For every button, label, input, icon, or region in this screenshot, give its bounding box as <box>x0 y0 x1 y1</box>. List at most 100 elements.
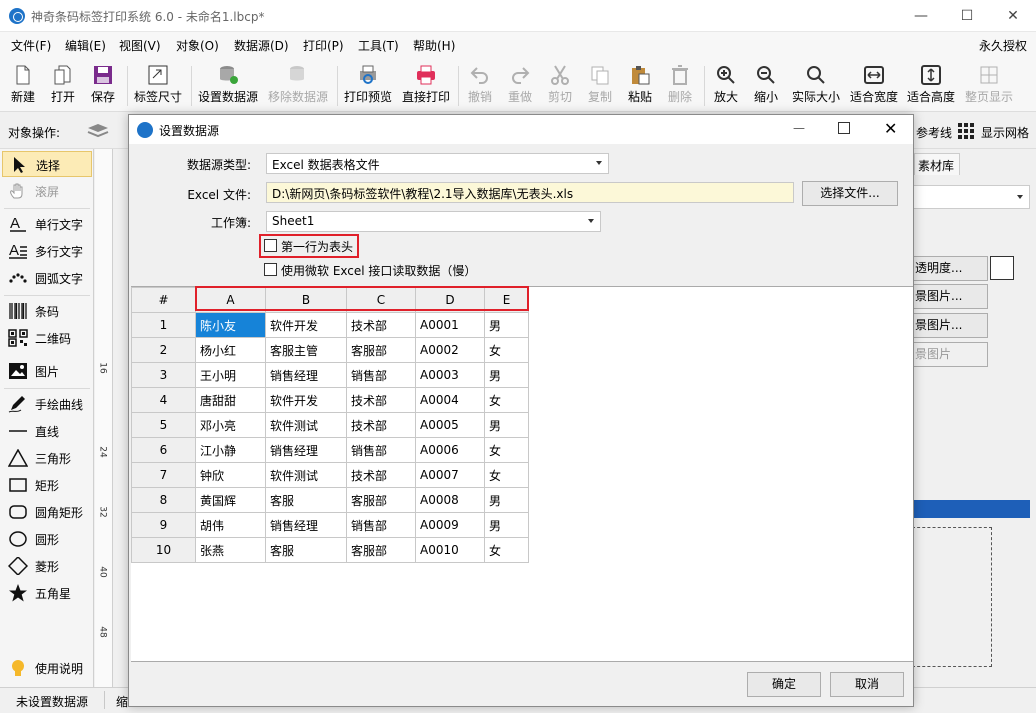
table-cell[interactable]: 客服部 <box>346 337 416 363</box>
tool-rectangle[interactable]: 矩形 <box>2 472 92 498</box>
property-select[interactable] <box>912 185 1030 209</box>
table-cell[interactable]: 钟欣 <box>195 462 266 488</box>
table-cell[interactable]: A0004 <box>415 387 485 413</box>
ok-button[interactable]: 确定 <box>747 672 821 697</box>
zoom-in-button[interactable]: 放大 <box>709 62 743 110</box>
table-row[interactable]: 1 陈小友 软件开发 技术部 A0001 男 <box>131 312 529 338</box>
table-cell[interactable]: 女 <box>484 437 529 463</box>
table-cell[interactable]: 技术部 <box>346 462 416 488</box>
table-cell[interactable]: A0005 <box>415 412 485 438</box>
table-cell[interactable]: 女 <box>484 387 529 413</box>
tool-multi-line-text[interactable]: A 多行文字 <box>2 238 92 264</box>
table-cell[interactable]: 江小静 <box>195 437 266 463</box>
datasource-type-select[interactable]: Excel 数据表格文件 <box>266 153 609 174</box>
table-cell[interactable]: A0006 <box>415 437 485 463</box>
choose-file-button[interactable]: 选择文件... <box>802 181 898 206</box>
tool-qrcode[interactable]: 二维码 <box>2 325 92 351</box>
table-row[interactable]: 10 张燕 客服 客服部 A0010 女 <box>131 537 529 563</box>
table-row[interactable]: 4 唐甜甜 软件开发 技术部 A0004 女 <box>131 387 529 413</box>
use-ms-excel-label[interactable]: 使用微软 Excel 接口读取数据（慢） <box>281 262 476 279</box>
cancel-button[interactable]: 取消 <box>830 672 904 697</box>
table-cell[interactable]: A0008 <box>415 487 485 513</box>
table-cell[interactable]: A0003 <box>415 362 485 388</box>
label-size-button[interactable]: 标签尺寸 <box>132 62 184 110</box>
new-button[interactable]: 新建 <box>6 62 40 110</box>
fit-height-button[interactable]: 适合高度 <box>905 62 957 110</box>
table-row[interactable]: 7 钟欣 软件测试 技术部 A0007 女 <box>131 462 529 488</box>
table-cell[interactable]: A0010 <box>415 537 485 563</box>
table-cell[interactable]: 邓小亮 <box>195 412 266 438</box>
first-row-header-checkbox[interactable] <box>264 239 277 252</box>
dialog-close-button[interactable]: ✕ <box>884 119 897 138</box>
full-page-button[interactable]: 整页显示 <box>963 62 1015 110</box>
table-cell[interactable]: 男 <box>484 362 529 388</box>
table-row[interactable]: 5 邓小亮 软件测试 技术部 A0005 男 <box>131 412 529 438</box>
redo-button[interactable]: 重做 <box>503 62 537 110</box>
remove-datasource-button[interactable]: 移除数据源 <box>266 62 330 110</box>
save-button[interactable]: 保存 <box>86 62 120 110</box>
workbook-select[interactable]: Sheet1 <box>266 211 601 232</box>
background-image-button[interactable]: 景图片... <box>912 284 988 309</box>
help-guide[interactable]: 使用说明 <box>2 655 92 681</box>
table-row[interactable]: 3 王小明 销售经理 销售部 A0003 男 <box>131 362 529 388</box>
table-cell[interactable]: 软件开发 <box>265 312 347 338</box>
table-cell[interactable]: A0001 <box>415 312 485 338</box>
table-cell[interactable]: A0007 <box>415 462 485 488</box>
menu-datasource[interactable]: 数据源(D) <box>234 37 289 54</box>
minimize-button[interactable]: — <box>898 0 944 32</box>
table-cell[interactable]: 男 <box>484 312 529 338</box>
table-row[interactable]: 6 江小静 销售经理 销售部 A0006 女 <box>131 437 529 463</box>
tool-rounded-rectangle[interactable]: 圆角矩形 <box>2 499 92 525</box>
table-cell[interactable]: 销售经理 <box>265 362 347 388</box>
fit-width-button[interactable]: 适合宽度 <box>848 62 900 110</box>
actual-size-button[interactable]: 实际大小 <box>789 62 843 110</box>
table-cell[interactable]: A0009 <box>415 512 485 538</box>
menu-view[interactable]: 视图(V) <box>119 37 161 54</box>
table-cell[interactable]: 销售部 <box>346 362 416 388</box>
first-row-header-label[interactable]: 第一行为表头 <box>281 238 353 255</box>
menu-help[interactable]: 帮助(H) <box>413 37 455 54</box>
tool-diamond[interactable]: 菱形 <box>2 553 92 579</box>
table-cell[interactable]: 胡伟 <box>195 512 266 538</box>
table-row[interactable]: 8 黄国辉 客服 客服部 A0008 男 <box>131 487 529 513</box>
page-thumbnail[interactable] <box>912 527 992 667</box>
menu-file[interactable]: 文件(F) <box>11 37 51 54</box>
copy-button[interactable]: 复制 <box>583 62 617 110</box>
transparency-button[interactable]: 透明度... <box>912 256 988 281</box>
table-cell[interactable]: 软件开发 <box>265 387 347 413</box>
undo-button[interactable]: 撤销 <box>463 62 497 110</box>
table-cell[interactable]: 技术部 <box>346 387 416 413</box>
table-cell[interactable]: 技术部 <box>346 312 416 338</box>
table-cell[interactable]: 王小明 <box>195 362 266 388</box>
table-cell[interactable]: 销售部 <box>346 512 416 538</box>
table-cell[interactable]: 客服 <box>265 487 347 513</box>
tool-freehand[interactable]: 手绘曲线 <box>2 391 92 417</box>
set-datasource-button[interactable]: 设置数据源 <box>196 62 260 110</box>
show-grid-toggle[interactable]: 显示网格 <box>981 124 1029 141</box>
tool-image[interactable]: 图片 <box>2 358 92 384</box>
table-cell[interactable]: 客服 <box>265 537 347 563</box>
table-cell[interactable]: 软件测试 <box>265 412 347 438</box>
tool-select[interactable]: 选择 <box>2 151 92 177</box>
table-row[interactable]: 9 胡伟 销售经理 销售部 A0009 男 <box>131 512 529 538</box>
tool-arc-text[interactable]: 圆弧文字 <box>2 265 92 291</box>
table-cell[interactable]: 客服部 <box>346 487 416 513</box>
zoom-out-button[interactable]: 缩小 <box>749 62 783 110</box>
close-button[interactable]: ✕ <box>990 0 1036 32</box>
table-cell[interactable]: 客服部 <box>346 537 416 563</box>
table-cell[interactable]: 唐甜甜 <box>195 387 266 413</box>
table-cell[interactable]: 男 <box>484 412 529 438</box>
color-swatch[interactable] <box>990 256 1014 280</box>
background-image-button-2[interactable]: 景图片... <box>912 313 988 338</box>
paste-button[interactable]: 粘贴 <box>623 62 657 110</box>
tool-single-line-text[interactable]: A 单行文字 <box>2 211 92 237</box>
menu-print[interactable]: 打印(P) <box>303 37 344 54</box>
tool-line[interactable]: 直线 <box>2 418 92 444</box>
guides-toggle[interactable]: 参考线 <box>916 124 952 141</box>
tool-circle[interactable]: 圆形 <box>2 526 92 552</box>
tab-material-library[interactable]: 素材库 <box>914 153 960 175</box>
table-cell[interactable]: 女 <box>484 337 529 363</box>
background-image-button-3[interactable]: 景图片 <box>912 342 988 367</box>
direct-print-button[interactable]: 直接打印 <box>400 62 452 110</box>
table-cell[interactable]: 陈小友 <box>195 312 266 338</box>
